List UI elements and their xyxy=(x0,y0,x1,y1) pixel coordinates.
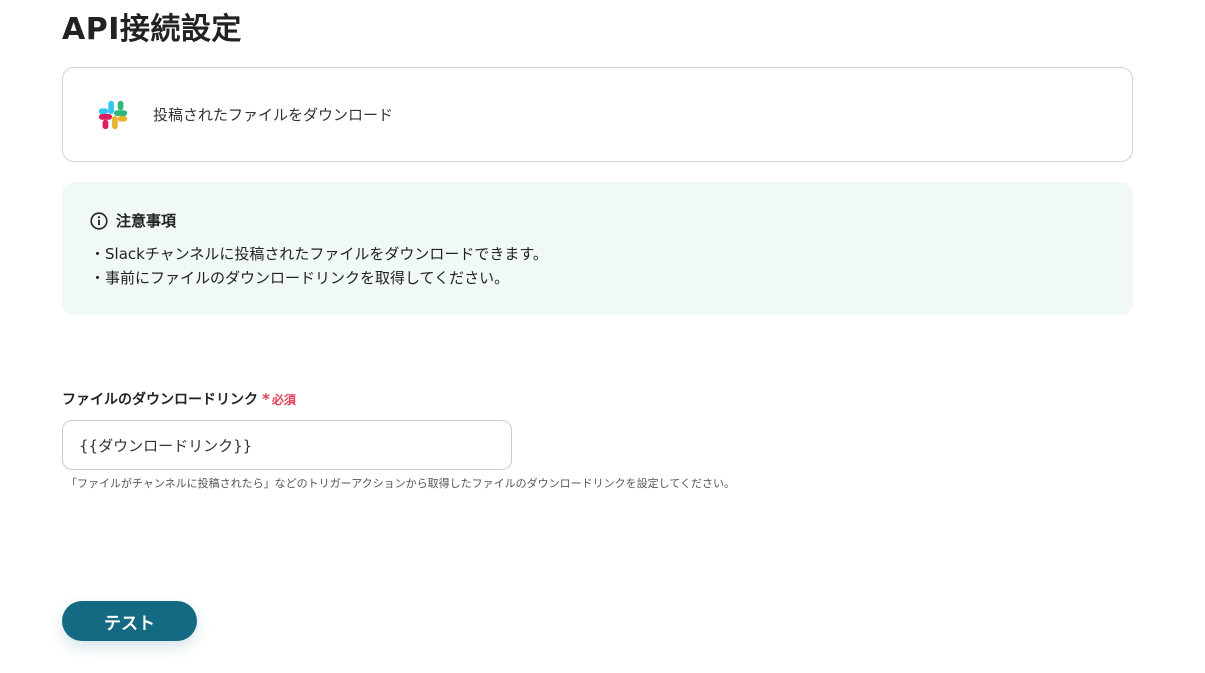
field-label: ファイルのダウンロードリンク xyxy=(62,392,258,408)
slack-logo-icon xyxy=(98,100,128,130)
notice-box: 注意事項 ・Slackチャンネルに投稿されたファイルをダウンロードできます。 ・… xyxy=(62,182,1133,315)
action-label: 投稿されたファイルをダウンロード xyxy=(153,106,394,124)
notice-header: 注意事項 xyxy=(90,210,176,231)
test-button[interactable]: テスト xyxy=(62,601,197,641)
api-connection-settings-page: API接続設定 投稿されたファイルをダウンロード 注意事項 ・Slackチャンネ… xyxy=(0,0,1205,673)
info-icon xyxy=(90,211,108,230)
notice-line: ・事前にファイルのダウンロードリンクを取得してください。 xyxy=(90,269,510,287)
action-card: 投稿されたファイルをダウンロード xyxy=(62,67,1133,162)
download-link-field-label-row: ファイルのダウンロードリンク * 必須 xyxy=(62,389,296,409)
required-badge: 必須 xyxy=(271,392,296,407)
download-link-input[interactable] xyxy=(62,420,512,470)
page-title: API接続設定 xyxy=(62,12,242,47)
notice-title: 注意事項 xyxy=(116,212,177,230)
field-help-text: 「ファイルがチャンネルに投稿されたら」などのトリガーアクションから取得したファイ… xyxy=(66,477,736,490)
required-asterisk: * xyxy=(262,390,270,408)
notice-line: ・Slackチャンネルに投稿されたファイルをダウンロードできます。 xyxy=(90,245,548,263)
